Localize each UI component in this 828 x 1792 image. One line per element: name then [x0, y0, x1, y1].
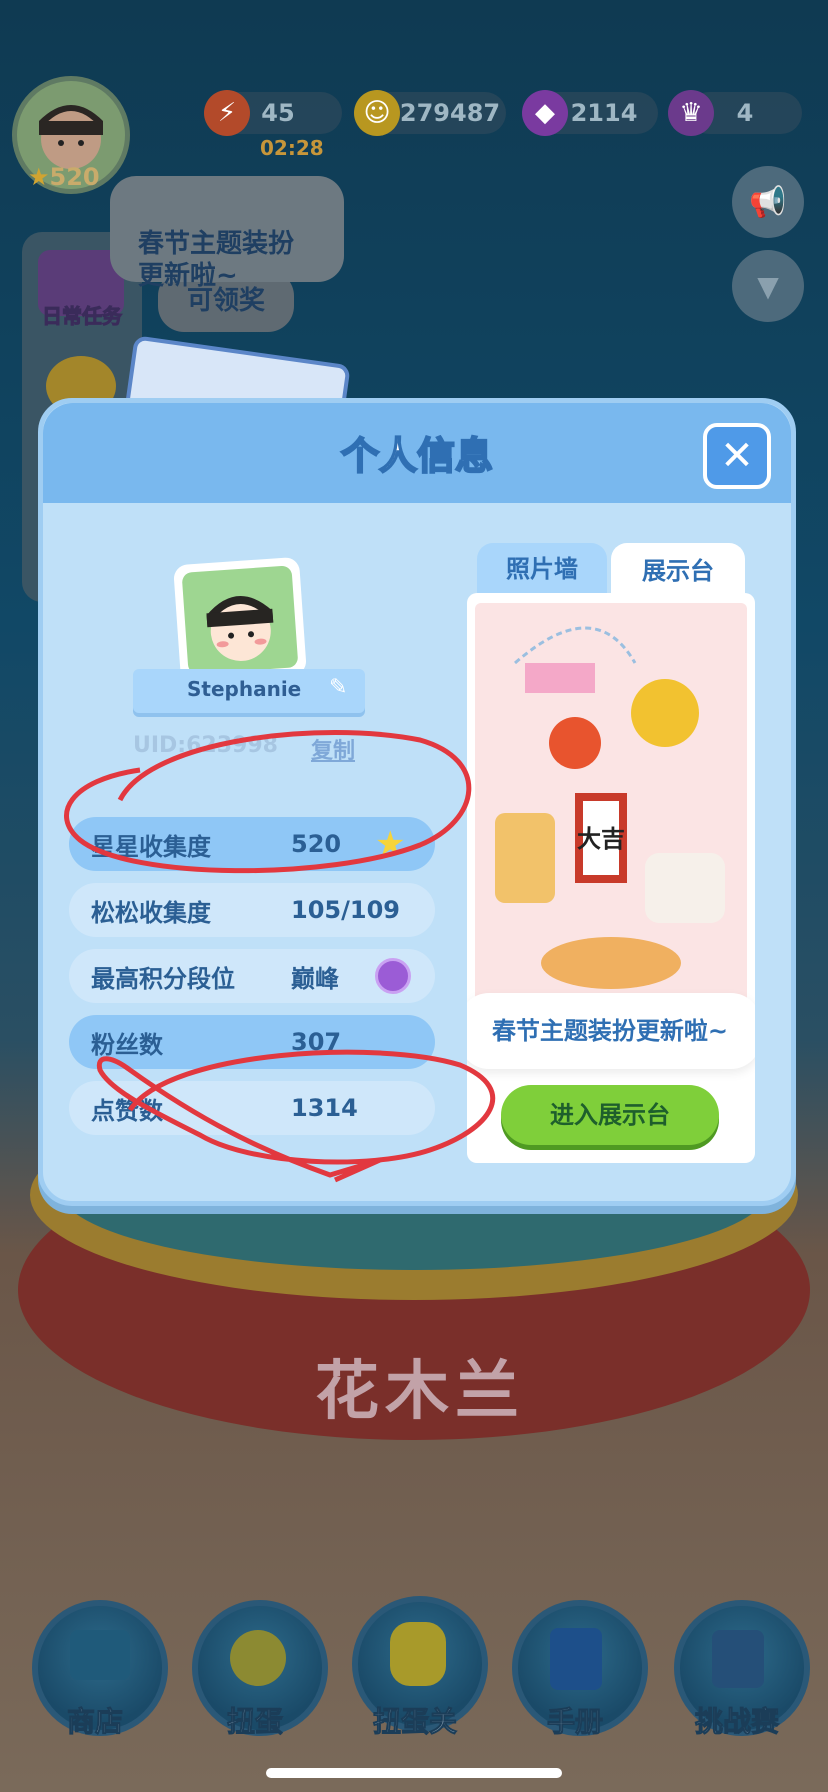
annotation-circle-top — [64, 730, 472, 874]
annotation-circle-bottom — [96, 1049, 496, 1183]
annotation-overlay — [64, 730, 496, 1183]
